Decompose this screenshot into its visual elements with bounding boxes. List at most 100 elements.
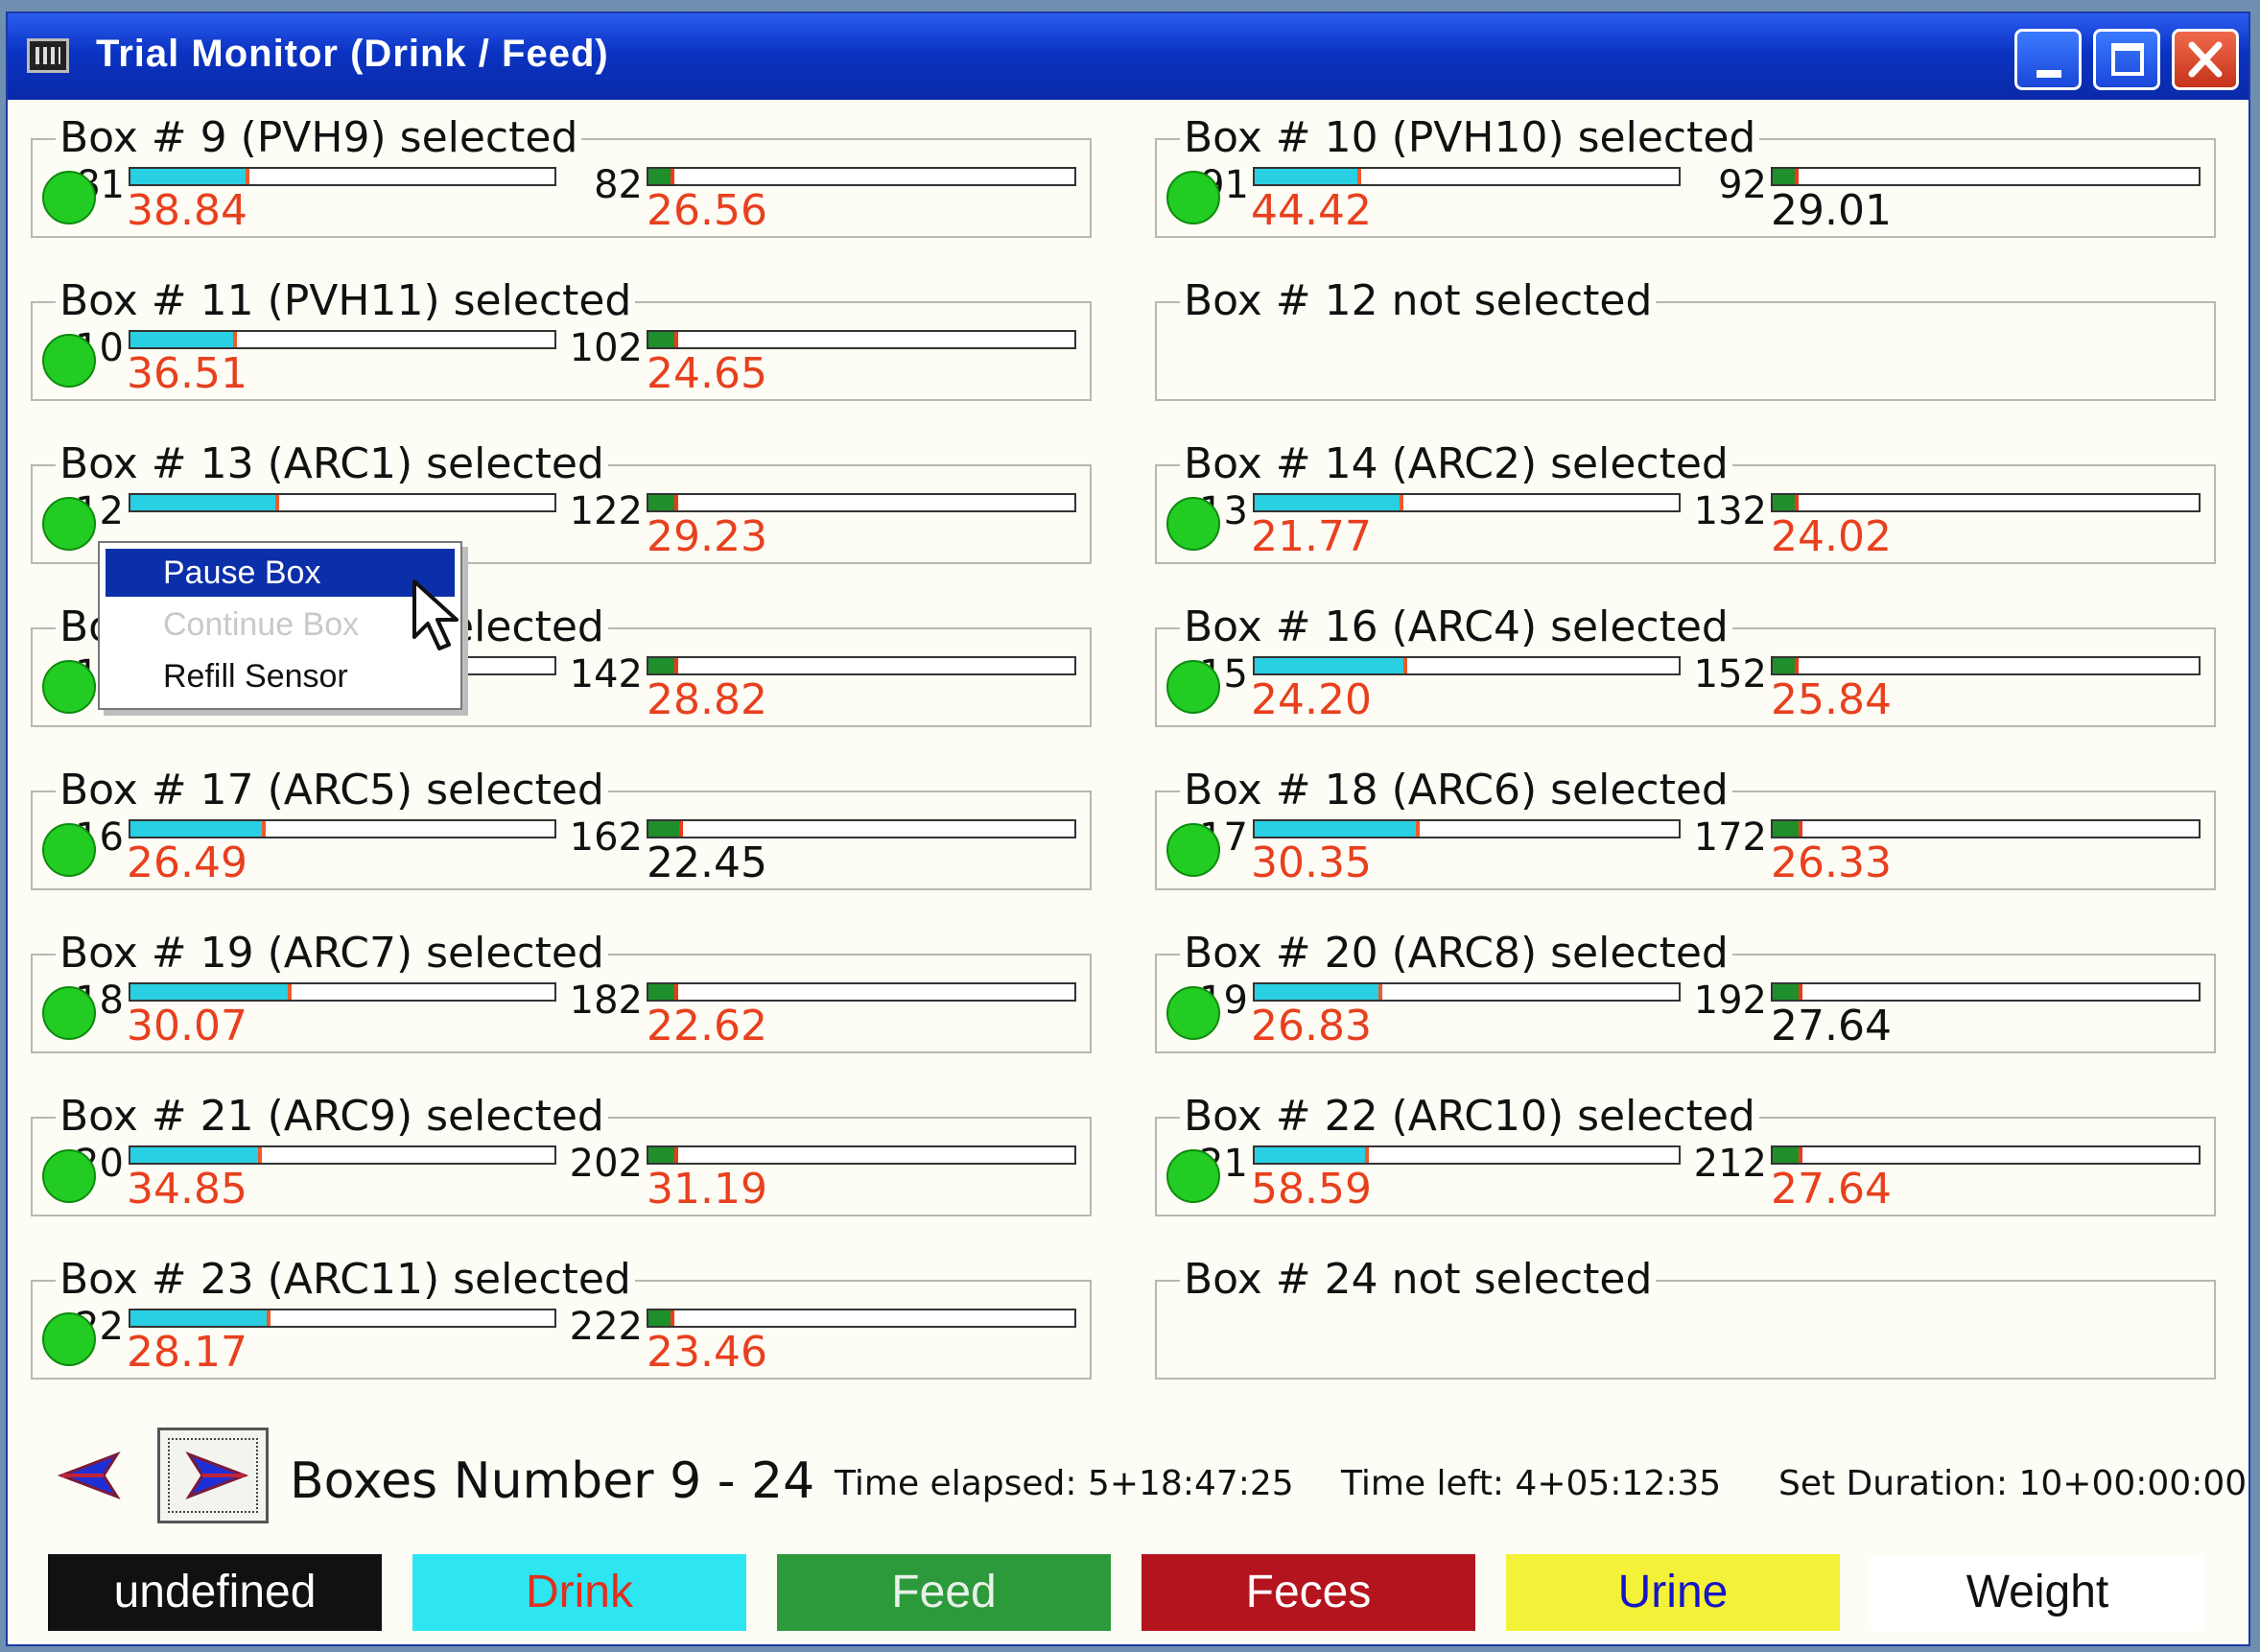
feed-level-fill [1773,658,1799,673]
drink-level-fill [1255,658,1408,673]
boxes-range-label: Boxes Number 9 - 24 [290,1452,815,1510]
feed-level-fill [648,1310,674,1326]
status-light-icon [42,986,96,1040]
status-light-icon [1166,660,1220,714]
drink-value: 38.84 [127,186,247,235]
feed-sensor-id: 182 [569,979,643,1023]
drink-level-fill [1255,1147,1370,1163]
menu-item-refill-sensor[interactable]: Refill Sensor [106,652,455,700]
drink-level-bar [1253,819,1681,838]
window-title: Trial Monitor (Drink / Feed) [96,33,609,75]
feed-level-bar [647,330,1076,349]
feed-level-bar [1771,493,2201,512]
box-title: Box # 12 not selected [1180,276,1657,325]
menu-item-continue-box[interactable]: Continue Box [106,601,455,649]
drink-level-fill [130,332,237,347]
status-light-icon [42,334,96,388]
feed-sensor-id: 152 [1693,652,1767,696]
feed-value: 26.33 [1771,838,1892,887]
feed-level-fill [1773,1147,1803,1163]
drink-level-bar [1253,1145,1681,1165]
status-light-icon [1166,823,1220,877]
feed-level-bar [647,1145,1076,1165]
drink-value: 44.42 [1251,186,1372,235]
box-title: Box # 17 (ARC5) selected [56,766,608,814]
next-boxes-button[interactable] [157,1428,269,1523]
drink-level-fill [130,1147,263,1163]
box-panel-21[interactable]: Box # 21 (ARC9) selected 201 34.85 202 3… [31,1092,1092,1216]
feed-sensor-id: 142 [569,652,643,696]
feed-value: 26.56 [647,186,767,235]
box-panel-24[interactable]: Box # 24 not selected [1155,1255,2216,1380]
feed-sensor-id: 192 [1693,979,1767,1023]
box-panel-20[interactable]: Box # 20 (ARC8) selected 191 26.83 192 2… [1155,929,2216,1053]
drink-value: 34.85 [127,1165,247,1214]
box-panel-11[interactable]: Box # 11 (PVH11) selected 101 36.51 102 … [31,276,1092,401]
status-light-icon [42,497,96,551]
box-panel-17[interactable]: Box # 17 (ARC5) selected 161 26.49 162 2… [31,766,1092,890]
drink-level-bar [129,1309,556,1328]
feed-value: 29.01 [1771,186,1892,235]
feed-value: 25.84 [1771,675,1892,724]
feed-value: 31.19 [647,1165,767,1214]
minimize-button[interactable] [2014,29,2082,90]
feed-level-bar [647,656,1076,675]
feed-value: 23.46 [647,1328,767,1377]
box-title: Box # 14 (ARC2) selected [1180,439,1732,488]
feed-value: 22.62 [647,1002,767,1050]
box-title: Box # 20 (ARC8) selected [1180,929,1732,978]
box-panel-12[interactable]: Box # 12 not selected [1155,276,2216,401]
status-light-icon [42,660,96,714]
title-bar[interactable]: Trial Monitor (Drink / Feed) [8,13,2248,100]
box-panel-18[interactable]: Box # 18 (ARC6) selected 171 30.35 172 2… [1155,766,2216,890]
box-panel-19[interactable]: Box # 19 (ARC7) selected 181 30.07 182 2… [31,929,1092,1053]
maximize-button[interactable] [2093,29,2160,90]
feed-value: 24.65 [647,349,767,398]
box-title: Box # 9 (PVH9) selected [56,113,582,162]
drink-level-fill [130,169,249,184]
box-panel-16[interactable]: Box # 16 (ARC4) selected 151 24.20 152 2… [1155,602,2216,727]
drink-level-bar [1253,656,1681,675]
mouse-cursor-icon [412,579,459,650]
legend-feces: Feces [1142,1554,1475,1631]
box-context-menu: Pause Box Continue Box Refill Sensor [98,541,462,710]
previous-boxes-button[interactable] [42,1428,153,1523]
box-panel-14[interactable]: Box # 14 (ARC2) selected 131 21.77 132 2… [1155,439,2216,564]
box-title: Box # 22 (ARC10) selected [1180,1092,1759,1141]
box-title: Box # 11 (PVH11) selected [56,276,636,325]
box-panel-22[interactable]: Box # 22 (ARC10) selected 211 58.59 212 … [1155,1092,2216,1216]
feed-level-fill [648,169,674,184]
feed-value: 22.45 [647,838,767,887]
box-title: Box # 16 (ARC4) selected [1180,602,1732,651]
drink-level-bar [129,493,556,512]
feed-level-bar [647,819,1076,838]
time-left-label: Time left: 4+05:12:35 [1341,1464,1722,1503]
box-panel-23[interactable]: Box # 23 (ARC11) selected 221 28.17 222 … [31,1255,1092,1380]
drink-level-fill [130,984,292,1000]
drink-level-bar [1253,167,1681,186]
feed-sensor-id: 222 [569,1305,643,1349]
feed-level-bar [1771,656,2201,675]
drink-level-fill [1255,495,1403,510]
feed-level-fill [648,495,679,510]
menu-item-pause-box[interactable]: Pause Box [106,549,455,597]
box-title: Box # 13 (ARC1) selected [56,439,608,488]
feed-value: 27.64 [1771,1165,1892,1214]
box-title: Box # 21 (ARC9) selected [56,1092,608,1141]
feed-level-fill [1773,495,1799,510]
box-panel-9[interactable]: Box # 9 (PVH9) selected 81 38.84 82 26.5… [31,113,1092,238]
drink-value: 26.83 [1251,1002,1372,1050]
feed-level-fill [1773,821,1803,837]
feed-level-bar [647,982,1076,1002]
feed-level-bar [647,167,1076,186]
legend-weight: Weight [1871,1554,2204,1631]
feed-value: 27.64 [1771,1002,1892,1050]
drink-level-bar [129,819,556,838]
app-window-icon[interactable] [27,38,69,73]
drink-level-bar [1253,982,1681,1002]
feed-level-fill [648,821,683,837]
feed-sensor-id: 82 [594,163,643,207]
close-button[interactable] [2172,29,2239,90]
box-title: Box # 10 (PVH10) selected [1180,113,1760,162]
box-panel-10[interactable]: Box # 10 (PVH10) selected 91 44.42 92 29… [1155,113,2216,238]
